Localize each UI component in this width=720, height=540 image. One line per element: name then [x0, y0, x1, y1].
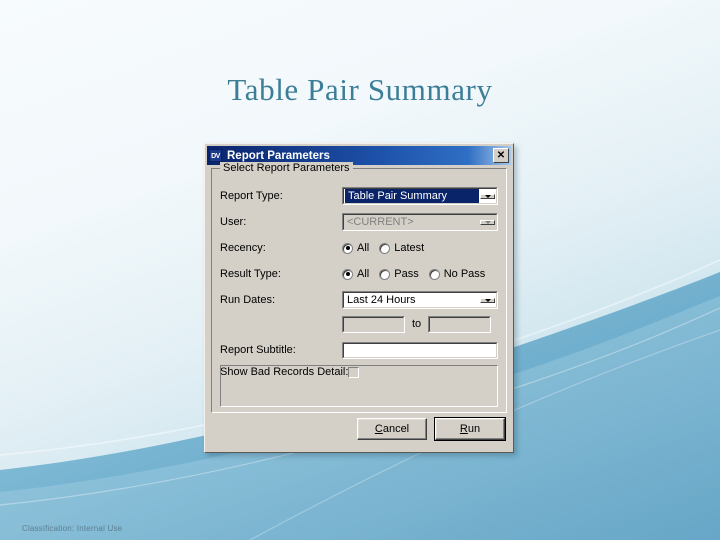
radio-unselected-icon	[379, 242, 391, 254]
result-type-option-all-label: All	[357, 268, 370, 280]
report-type-label: Report Type:	[220, 190, 283, 202]
close-icon[interactable]: ✕	[493, 148, 509, 163]
user-combobox: <CURRENT>	[342, 213, 498, 231]
date-to-input	[428, 315, 492, 333]
run-button-label: un	[467, 423, 481, 435]
dialog-button-bar: Cancel Run	[357, 417, 506, 441]
run-button-mnemonic: R	[459, 423, 468, 435]
cancel-button-label: ancel	[382, 423, 410, 435]
row-run-dates: Run Dates: Last 24 Hours	[220, 291, 498, 309]
date-to-label: to	[412, 318, 422, 330]
chevron-down-icon[interactable]	[480, 193, 495, 199]
slide-canvas: Table Pair Summary DV Report Parameters …	[0, 0, 720, 540]
radio-selected-icon	[342, 268, 353, 280]
report-parameters-dialog: DV Report Parameters ✕ Select Report Par…	[204, 143, 514, 453]
recency-option-latest[interactable]: Latest	[379, 242, 424, 254]
result-type-option-pass-label: Pass	[394, 268, 419, 280]
radio-unselected-icon	[379, 268, 391, 280]
result-type-option-pass[interactable]: Pass	[379, 268, 419, 280]
date-range-fields: to	[342, 315, 492, 333]
app-icon: DV	[209, 149, 222, 162]
radio-unselected-icon	[428, 268, 440, 280]
result-type-radio-group: All Pass No Pass	[342, 268, 492, 280]
cancel-button-mnemonic: C	[374, 423, 383, 435]
recency-radio-group: All Latest	[342, 242, 431, 254]
select-report-parameters-group: Select Report Parameters Report Type: Ta…	[211, 162, 507, 413]
radio-selected-icon	[342, 242, 353, 254]
cancel-button[interactable]: Cancel	[357, 418, 427, 440]
recency-option-latest-label: Latest	[394, 242, 425, 254]
recency-option-all-label: All	[357, 242, 370, 254]
user-value: <CURRENT>	[347, 216, 414, 228]
result-type-label: Result Type:	[220, 268, 281, 280]
group-label: Select Report Parameters	[220, 162, 353, 174]
run-dates-label: Run Dates:	[220, 294, 276, 306]
page-title: Table Pair Summary	[227, 72, 493, 107]
row-result-type: Result Type: All Pass No Pass	[220, 265, 498, 283]
row-report-subtitle: Report Subtitle:	[220, 341, 498, 359]
row-report-type: Report Type: Table Pair Summary	[220, 187, 498, 205]
row-date-range: to	[220, 315, 498, 333]
recency-label: Recency:	[220, 242, 266, 254]
classification-footer: Classification: Internal Use	[22, 524, 123, 533]
recency-option-all[interactable]: All	[342, 242, 369, 254]
bad-records-detail-panel	[220, 365, 498, 407]
report-subtitle-label: Report Subtitle:	[220, 344, 296, 356]
chevron-down-icon	[480, 219, 495, 225]
row-user: User: <CURRENT>	[220, 213, 498, 231]
run-button[interactable]: Run	[434, 417, 506, 441]
user-label: User:	[220, 216, 247, 228]
result-type-option-no-pass-label: No Pass	[443, 268, 486, 280]
report-type-value: Table Pair Summary	[345, 189, 479, 203]
date-from-input	[342, 315, 405, 333]
run-dates-combobox[interactable]: Last 24 Hours	[342, 291, 498, 309]
run-dates-value: Last 24 Hours	[347, 294, 416, 306]
report-type-combobox[interactable]: Table Pair Summary	[342, 187, 498, 205]
result-type-option-no-pass[interactable]: No Pass	[428, 268, 486, 280]
report-subtitle-input[interactable]	[342, 341, 498, 359]
result-type-option-all[interactable]: All	[342, 268, 369, 280]
chevron-down-icon[interactable]	[480, 297, 495, 303]
dialog-title: Report Parameters	[227, 149, 330, 162]
row-recency: Recency: All Latest	[220, 239, 498, 257]
